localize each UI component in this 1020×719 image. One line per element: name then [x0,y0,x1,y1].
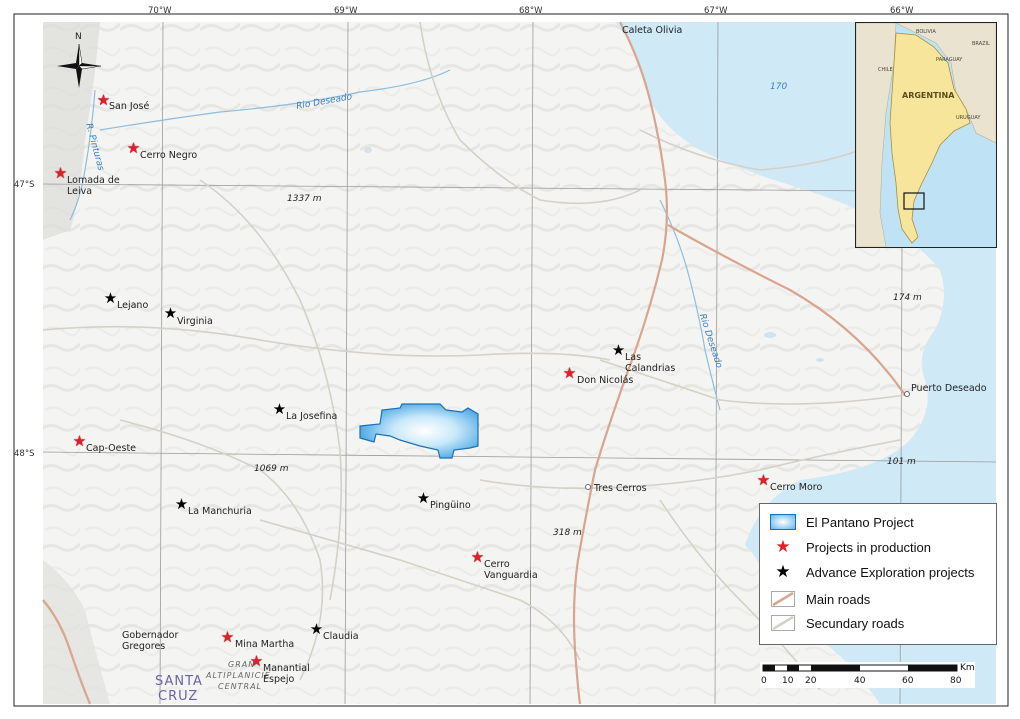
legend-item-exploration: ★ Advance Exploration projects [770,561,974,583]
legend-item-main-roads: Main roads [770,588,870,610]
elevation-label: 1337 m [287,194,322,204]
exploration-star-icon: ★ [775,562,791,581]
project-label-cerro-negro: Cerro Negro [140,150,198,161]
project-label-cap-oeste: Cap-Oeste [86,443,137,454]
legend-label: El Pantano Project [806,514,914,530]
lon-tick-68w: 68°W [519,6,543,16]
production-star-icon[interactable]: ★ [126,141,141,156]
production-star-icon: ★ [775,537,791,556]
tres-cerros-dot [585,484,591,490]
inset-country-label: ARGENTINA [902,91,955,100]
plateau-label-line3: CENTRAL [218,682,262,691]
legend-item-secondary-roads: Secundary roads [770,612,904,634]
lon-tick-67w: 67°W [704,6,728,16]
inset-neighbor-label: PARAGUAY [936,57,963,63]
production-star-icon[interactable]: ★ [220,630,235,645]
production-star-icon[interactable]: ★ [53,166,68,181]
map-legend: El Pantano Project ★ Projects in product… [759,503,997,645]
exploration-star-icon[interactable]: ★ [416,491,431,506]
scale-tick-label: 40 [854,676,866,686]
exploration-star-icon[interactable]: ★ [174,497,189,512]
puerto-deseado-dot [904,391,910,397]
elevation-label: 101 m [887,457,916,467]
project-label-cerro-vanguardia: Cerro Vanguardia [484,559,538,581]
project-label-virginia: Virginia [177,316,213,327]
project-label-pinguino: Pingüino [430,500,471,511]
lat-tick-47s: 47°S [14,180,35,190]
elevation-label: 174 m [893,293,922,303]
exploration-star-icon[interactable]: ★ [163,306,178,321]
tres-cerros-label: Tres Cerros [594,483,647,494]
legend-label: Advance Exploration projects [806,564,975,580]
region-label-line2: CRUZ [158,689,199,704]
project-label-lejano: Lejano [117,300,149,311]
scale-tick-label: 10 [782,676,794,686]
inset-neighbor-label: URUGUAY [956,115,981,121]
inset-locator-map: ARGENTINA BOLIVIA PARAGUAY BRAZIL CHILE … [855,22,997,248]
project-label-las-calandrias: Las Calandrias [625,352,676,374]
lon-tick-66w: 66°W [890,6,914,16]
legend-label: Secundary roads [806,615,905,631]
inset-neighbor-label: CHILE [878,67,893,73]
exploration-star-icon[interactable]: ★ [611,343,626,358]
legend-label: Main roads [806,591,871,607]
project-label-claudia: Claudia [323,631,359,642]
lon-tick-69w: 69°W [334,6,358,16]
main-road-swatch-icon [770,590,796,608]
sea-depth-label: 170 [770,82,788,92]
puerto-deseado-label: Puerto Deseado [911,383,987,394]
inset-neighbor-label: BOLIVIA [916,29,936,35]
project-label-cerro-moro: Cerro Moro [770,482,823,493]
scale-bar: Km 0 10 20 40 60 80 [760,662,975,688]
project-area-swatch-icon [770,513,796,531]
gobernador-gregores-label: Gobernador Gregores [122,630,179,652]
production-star-icon[interactable]: ★ [72,434,87,449]
project-label-san-jose: San José [109,101,150,112]
production-star-icon[interactable]: ★ [470,550,485,565]
lon-tick-70w: 70°W [148,6,172,16]
scale-tick-label: 20 [805,676,817,686]
region-label-line1: SANTA [155,674,203,689]
north-label: N [75,32,82,42]
exploration-star-icon[interactable]: ★ [103,291,118,306]
project-label-manantial-espejo: Manantial Espejo [263,663,310,685]
production-star-icon[interactable]: ★ [756,473,771,488]
scale-tick-label: 80 [950,676,962,686]
elevation-label: 1069 m [254,464,289,474]
project-label-don-nicolas: Don Nicolás [577,375,634,386]
inset-map-graphic [856,23,996,247]
production-star-icon[interactable]: ★ [562,366,577,381]
exploration-star-icon[interactable]: ★ [272,402,287,417]
legend-label: Projects in production [806,539,932,555]
project-label-la-josefina: La Josefina [286,411,338,422]
scale-bar-graphic [762,664,958,672]
project-label-mina-martha: Mina Martha [235,639,295,650]
legend-item-el-pantano: El Pantano Project [770,511,914,533]
scale-tick-label: 60 [902,676,914,686]
production-star-icon[interactable]: ★ [249,654,264,669]
project-label-la-manchuria: La Manchuria [188,506,252,517]
scale-unit-label: Km [960,663,975,673]
map-frame: 70°W 69°W 68°W 67°W 66°W 47°S 48°S N Cal… [0,0,1020,719]
scale-tick-label: 0 [761,676,767,686]
project-label-lomada-de-leiva: Lomada de Leiva [67,175,120,197]
secondary-road-swatch-icon [770,614,796,632]
legend-item-production: ★ Projects in production [770,536,931,558]
inset-neighbor-label: BRAZIL [972,41,990,47]
caleta-olivia-label: Caleta Olivia [622,25,683,36]
exploration-star-icon[interactable]: ★ [309,622,324,637]
lat-tick-48s: 48°S [14,449,35,459]
plateau-label-line2: ALTIPLANICIE [206,671,271,680]
elevation-label: 318 m [553,528,582,538]
